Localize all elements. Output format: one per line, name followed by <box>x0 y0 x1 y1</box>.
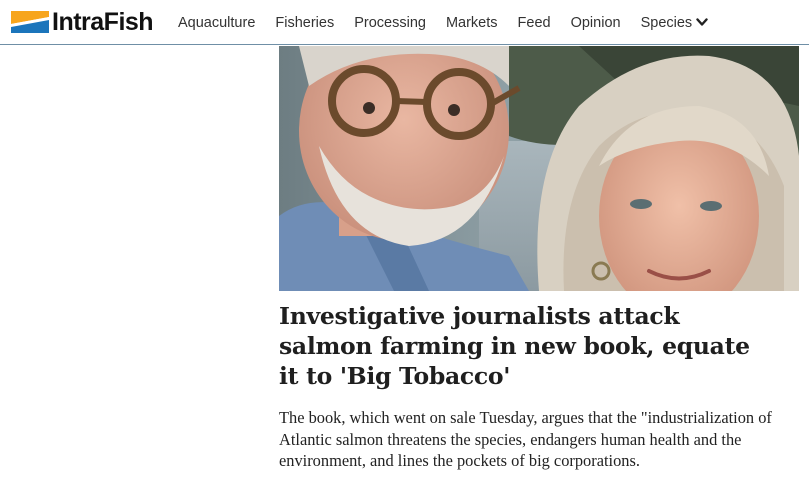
nav-item-label: Markets <box>445 14 498 31</box>
article-lede: The book, which went on sale Tuesday, ar… <box>279 408 772 470</box>
nav-item-label: Processing <box>354 14 426 31</box>
nav-item-opinion[interactable]: Opinion <box>571 15 621 31</box>
nav-item-label: Feed <box>517 14 551 31</box>
intrafish-logo[interactable]: IntraFish <box>11 7 154 36</box>
chevron-down-icon <box>696 18 708 26</box>
nav-item-processing[interactable]: Processing <box>354 15 426 31</box>
nav-item-label: Species <box>640 14 693 31</box>
article-headline[interactable]: Investigative journalists attack salmon … <box>279 301 769 391</box>
logo-wordmark: IntraFish <box>52 7 154 36</box>
nav-item-species[interactable]: Species <box>641 15 709 31</box>
nav-item-feed[interactable]: Feed <box>518 15 551 31</box>
nav-item-label: Fisheries <box>275 14 335 31</box>
photo-two-people <box>279 46 799 291</box>
nav-item-fisheries[interactable]: Fisheries <box>275 15 334 31</box>
nav-item-aquaculture[interactable]: Aquaculture <box>178 15 255 31</box>
top-navigation-bar: IntraFish Aquaculture Fisheries Processi… <box>0 0 809 45</box>
nav-item-label: Aquaculture <box>178 14 256 31</box>
nav-item-label: Opinion <box>570 14 621 31</box>
main-nav: Aquaculture Fisheries Processing Markets… <box>178 0 728 45</box>
logo-mark-icon <box>11 11 49 33</box>
article-hero-image[interactable] <box>279 46 799 291</box>
nav-item-markets[interactable]: Markets <box>446 15 498 31</box>
